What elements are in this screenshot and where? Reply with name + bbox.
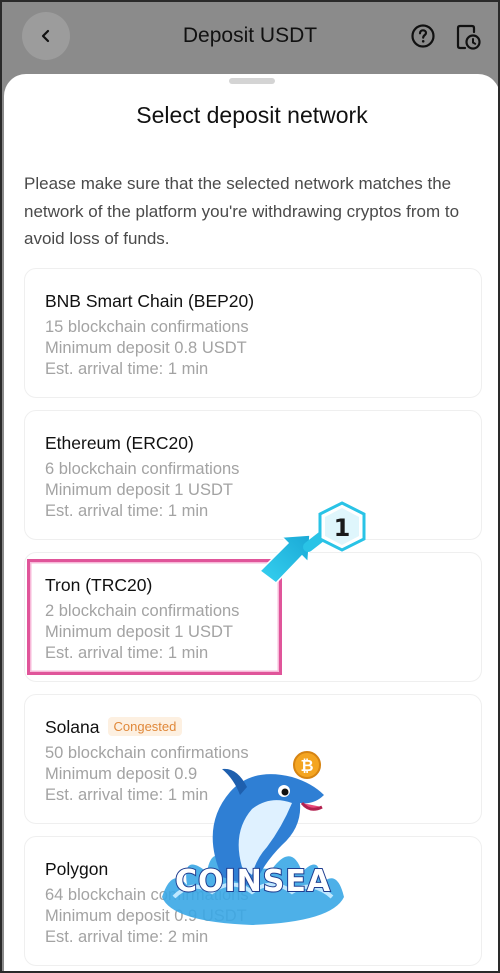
coinsea-logo-text: COINSEA: [174, 863, 332, 900]
arrival-time-text: Est. arrival time: 1 min: [45, 360, 209, 378]
pointer-arrow-icon: 1: [258, 501, 366, 584]
screen: Deposit USDT Select deposit network Plea…: [0, 0, 500, 973]
bitcoin-coin-icon: ₿: [300, 756, 313, 775]
confirmations-text: 15 blockchain confirmations: [45, 318, 249, 336]
network-name: Polygon: [45, 859, 109, 879]
network-name: Ethereum (ERC20): [45, 433, 194, 453]
step-number: 1: [334, 514, 351, 542]
congested-badge: Congested: [107, 717, 183, 736]
min-deposit-text: Minimum deposit 0.8 USDT: [45, 339, 247, 357]
document-clock-icon[interactable]: [454, 23, 482, 51]
network-name-row: Solana Congested: [45, 717, 183, 738]
app-header: Deposit USDT: [2, 2, 498, 74]
drag-handle[interactable]: [229, 78, 275, 84]
network-option-bnb[interactable]: BNB Smart Chain (BEP20) 15 blockchain co…: [24, 268, 482, 398]
network-warning-text: Please make sure that the selected netwo…: [24, 174, 460, 248]
tron-highlight-box: [27, 559, 282, 675]
network-name: Solana: [45, 717, 100, 737]
help-circle-icon[interactable]: [410, 23, 436, 49]
sheet-title: Select deposit network: [136, 102, 368, 128]
network-name: BNB Smart Chain (BEP20): [45, 291, 255, 311]
coinsea-dolphin-logo: ₿: [162, 751, 344, 925]
arrival-time-text: Est. arrival time: 1 min: [45, 502, 209, 520]
min-deposit-text: Minimum deposit 1 USDT: [45, 481, 233, 499]
confirmations-text: 6 blockchain confirmations: [45, 460, 240, 478]
